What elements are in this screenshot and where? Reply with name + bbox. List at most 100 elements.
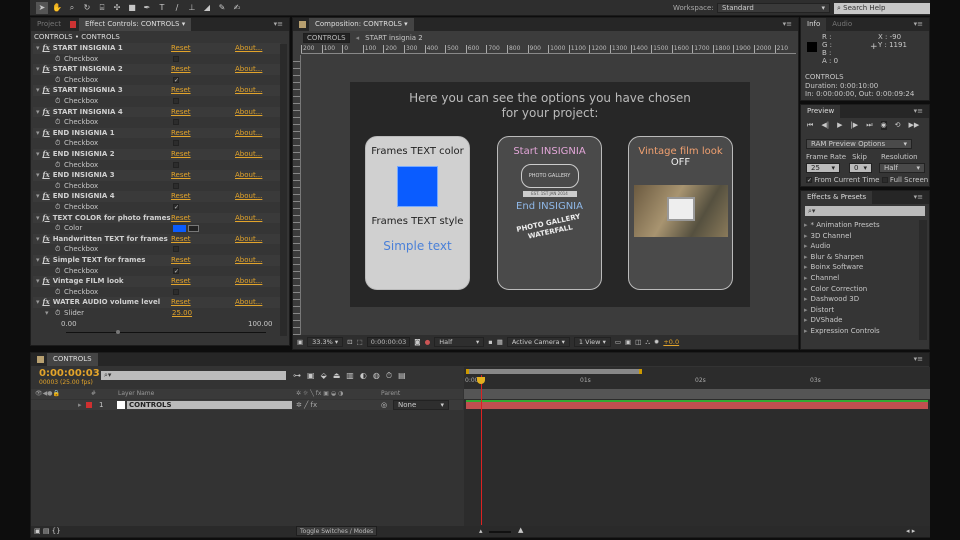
effect-row[interactable]: ▾ fx END INSIGNIA 1 Reset About... [33,127,281,139]
about-link[interactable]: About... [235,149,262,160]
checkbox[interactable] [173,246,179,253]
fx-icon[interactable]: fx [43,43,50,52]
type-tool-icon[interactable]: T [156,2,168,14]
stopwatch-icon[interactable]: ⏱ [55,96,60,107]
reset-link[interactable]: Reset [171,85,191,96]
effect-row[interactable]: ▾ fx START INSIGNIA 1 Reset About... [33,43,281,54]
vertical-ruler[interactable] [293,55,301,338]
from-current-time-checkbox[interactable]: ✓ [806,177,812,184]
expand-arrow-icon[interactable]: ▸ [804,253,808,261]
effect-row[interactable]: ▾ fx Simple TEXT for frames Reset About... [33,255,281,266]
checkbox[interactable]: ✓ [173,204,179,211]
expand-arrow-icon[interactable]: ▾ [36,235,40,243]
preset-category[interactable]: ▸ DVShade [804,315,916,326]
eraser-tool-icon[interactable]: ◢ [201,2,213,14]
resolution-dropdown[interactable]: Half ▾ [879,163,925,173]
graph-editor-icon[interactable]: ◍ [373,371,380,381]
workspace-dropdown[interactable]: Standard ▾ [717,3,830,13]
region-icon[interactable]: ▪ [488,338,492,346]
checkbox[interactable] [173,98,179,104]
first-frame-icon[interactable]: ⏮ [807,121,813,130]
rotate-tool-icon[interactable]: ↻ [81,2,93,14]
reset-link[interactable]: Reset [171,107,191,118]
expand-arrow-icon[interactable]: ▸ [804,221,808,229]
panel-menu-icon[interactable]: ▾≡ [914,355,923,363]
stopwatch-icon[interactable]: ⏱ [55,181,60,192]
fx-icon[interactable]: fx [43,85,50,94]
fx-icon[interactable]: fx [43,213,50,222]
checkbox[interactable] [173,119,179,126]
fx-icon[interactable]: fx [43,276,50,285]
expand-arrow-icon[interactable]: ▸ [804,316,808,324]
last-frame-icon[interactable]: ⏭ [866,121,872,130]
expand-arrow-icon[interactable]: ▾ [36,108,40,116]
current-time-indicator[interactable] [481,375,482,525]
preset-category[interactable]: ▸ Distort [804,305,916,316]
comp-mini-flowchart-icon[interactable]: ⊶ [293,371,301,381]
tab-timeline-controls[interactable]: CONTROLS [47,353,98,366]
zoom-out-icon[interactable]: ▴ [479,527,483,535]
stopwatch-icon[interactable]: ⏱ [55,287,60,298]
expand-arrow-icon[interactable]: ▸ [804,232,808,240]
panel-menu-icon[interactable]: ▾≡ [914,193,923,201]
fx-icon[interactable]: fx [43,107,50,116]
fx-icon[interactable]: fx [43,149,50,158]
horizontal-ruler[interactable]: 200 100 0 100 200 300 400 500 600 700 800 900 1000 11… [301,45,796,54]
expand-arrow-icon[interactable]: ▸ [804,327,808,335]
label-color[interactable] [86,402,92,408]
flowchart-icon[interactable]: ⛬ [645,338,650,347]
stopwatch-icon[interactable]: ⏱ [55,244,60,255]
work-area-bar[interactable] [466,369,642,374]
stopwatch-icon[interactable]: ⏱ [55,202,60,213]
preset-category[interactable]: ▸ 3D Channel [804,231,916,242]
expand-arrow-icon[interactable]: ▸ [804,306,808,314]
stopwatch-icon[interactable]: ⏱ [55,266,60,277]
exposure-icon[interactable]: ✹ [654,338,659,346]
motion-blur-icon[interactable]: ◐ [360,371,367,381]
reset-link[interactable]: Reset [171,128,191,139]
audio-icon[interactable]: ◉ [880,121,887,130]
rectangle-tool-icon[interactable]: ■ [126,2,138,14]
frame-rate-dropdown[interactable]: 25 ▾ [806,163,840,173]
layer-search-input[interactable]: ⌕▾ [101,371,286,380]
expand-arrow-icon[interactable]: ▾ [36,171,40,179]
reset-link[interactable]: Reset [171,297,191,308]
slider-handle[interactable] [116,329,120,334]
effect-row[interactable]: ▾ fx START INSIGNIA 2 Reset About... [33,64,281,75]
skip-dropdown[interactable]: 0 ▾ [849,163,872,173]
checkbox[interactable]: ✓ [173,76,179,83]
expand-arrow-icon[interactable]: ▾ [36,129,40,137]
scroll-left-right[interactable]: ◂ ▸ [906,527,915,535]
fx-icon[interactable]: fx [43,255,50,264]
draft-3d-icon[interactable]: ⬙ [321,371,327,381]
tab-audio[interactable]: Audio [826,18,858,31]
expand-arrow-icon[interactable]: ▾ [36,44,40,52]
expand-arrow-icon[interactable]: ▸ [78,400,82,410]
safe-margins-icon[interactable]: ⊡ [347,338,352,346]
reset-link[interactable]: Reset [171,170,191,181]
resolution-dropdown[interactable]: Half ▾ [434,337,485,347]
expand-arrow-icon[interactable]: ▾ [36,86,40,94]
ram-preview-options-dropdown[interactable]: RAM Preview Options ▾ [806,139,912,149]
fx-icon[interactable]: fx [43,64,50,73]
color-swatch[interactable] [173,225,186,233]
current-time[interactable]: 0:00:00:03 [366,337,411,347]
about-link[interactable]: About... [235,234,262,245]
checkbox[interactable] [173,55,179,62]
stopwatch-icon[interactable]: ⏱ [55,75,60,86]
tab-preview[interactable]: Preview [801,105,841,118]
preset-category[interactable]: ▸ Dashwood 3D [804,294,916,305]
live-update-icon[interactable]: ▣ [307,371,315,381]
ram-preview-icon[interactable]: ▶▶ [909,121,920,130]
checkbox[interactable] [173,140,179,147]
fx-icon[interactable]: fx [43,170,50,179]
layer-switches[interactable]: ✲ ╱ fx [296,400,317,410]
about-link[interactable]: About... [235,64,262,75]
parent-dropdown[interactable]: None ▾ [393,400,449,410]
expand-arrow-icon[interactable]: ▸ [804,285,808,293]
stopwatch-icon[interactable]: ⏱ [386,371,392,381]
next-frame-icon[interactable]: |▶ [850,121,858,130]
about-link[interactable]: About... [235,297,262,308]
channel-icon[interactable]: ● [425,338,431,346]
fx-icon[interactable]: fx [43,191,50,200]
